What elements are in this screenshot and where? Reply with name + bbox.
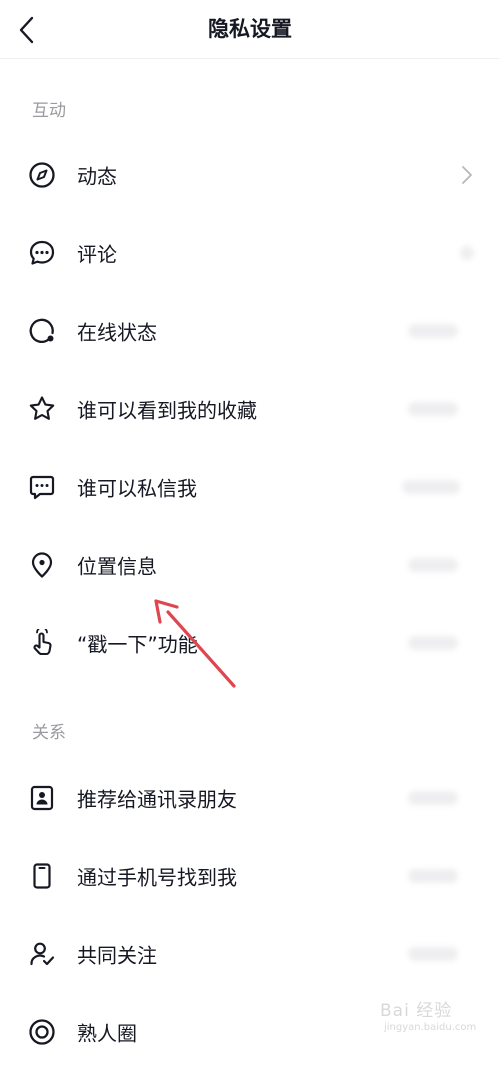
setting-value-blurred	[460, 246, 474, 260]
setting-value-blurred	[408, 791, 458, 805]
settings-item-recommend-contacts[interactable]: 推荐给通讯录朋友	[0, 764, 500, 832]
settings-item-favorites-visibility[interactable]: 谁可以看到我的收藏	[0, 375, 500, 443]
settings-item-label: 推荐给通讯录朋友	[77, 787, 237, 812]
settings-item-label: 通过手机号找到我	[77, 865, 237, 890]
settings-item-location[interactable]: 位置信息	[0, 531, 500, 599]
star-icon	[28, 395, 56, 423]
chevron-left-icon	[19, 16, 34, 44]
settings-item-label: 在线状态	[77, 320, 157, 345]
top-bar: 隐私设置	[0, 0, 500, 59]
settings-item-poke[interactable]: “戳一下”功能	[0, 609, 500, 677]
section-label-interaction: 互动	[32, 101, 66, 121]
setting-value-blurred	[408, 402, 458, 416]
message-icon	[28, 473, 56, 501]
setting-value-blurred	[402, 480, 460, 494]
compass-icon	[28, 161, 56, 189]
section-label-relationship: 关系	[32, 723, 66, 743]
watermark-logo: Bai 经验	[380, 1001, 453, 1021]
location-pin-icon	[28, 551, 56, 579]
online-status-icon	[28, 317, 56, 345]
setting-value-blurred	[408, 558, 458, 572]
watermark-url: jingyan.baidu.com	[384, 1022, 477, 1033]
setting-value-blurred	[408, 324, 458, 338]
circle-icon	[28, 1018, 56, 1046]
settings-item-comments[interactable]: 评论	[0, 219, 500, 287]
settings-item-find-by-phone[interactable]: 通过手机号找到我	[0, 842, 500, 910]
setting-value-blurred	[408, 947, 458, 961]
settings-item-label: 动态	[77, 164, 117, 189]
settings-item-label: 谁可以私信我	[77, 476, 197, 501]
settings-item-dynamics[interactable]: 动态	[0, 141, 500, 209]
phone-icon	[28, 862, 56, 890]
settings-item-label: “戳一下”功能	[77, 632, 198, 657]
settings-item-label: 共同关注	[77, 943, 157, 968]
settings-item-label: 熟人圈	[77, 1021, 137, 1046]
page-title: 隐私设置	[208, 17, 292, 41]
settings-item-label: 位置信息	[77, 554, 157, 579]
settings-item-online-status[interactable]: 在线状态	[0, 297, 500, 365]
poke-hand-icon	[28, 629, 56, 657]
settings-item-mutual-follow[interactable]: 共同关注	[0, 920, 500, 988]
back-button[interactable]	[18, 12, 58, 48]
contact-card-icon	[28, 784, 56, 812]
settings-item-label: 评论	[77, 242, 117, 267]
settings-item-direct-message[interactable]: 谁可以私信我	[0, 453, 500, 521]
setting-value-blurred	[408, 636, 458, 650]
chevron-right-icon	[462, 166, 472, 184]
watermark: Bai 经验 jingyan.baidu.com	[380, 990, 498, 1042]
comment-icon	[28, 239, 56, 267]
mutual-follow-icon	[28, 940, 56, 968]
settings-item-label: 谁可以看到我的收藏	[77, 398, 257, 423]
setting-value-blurred	[408, 869, 458, 883]
